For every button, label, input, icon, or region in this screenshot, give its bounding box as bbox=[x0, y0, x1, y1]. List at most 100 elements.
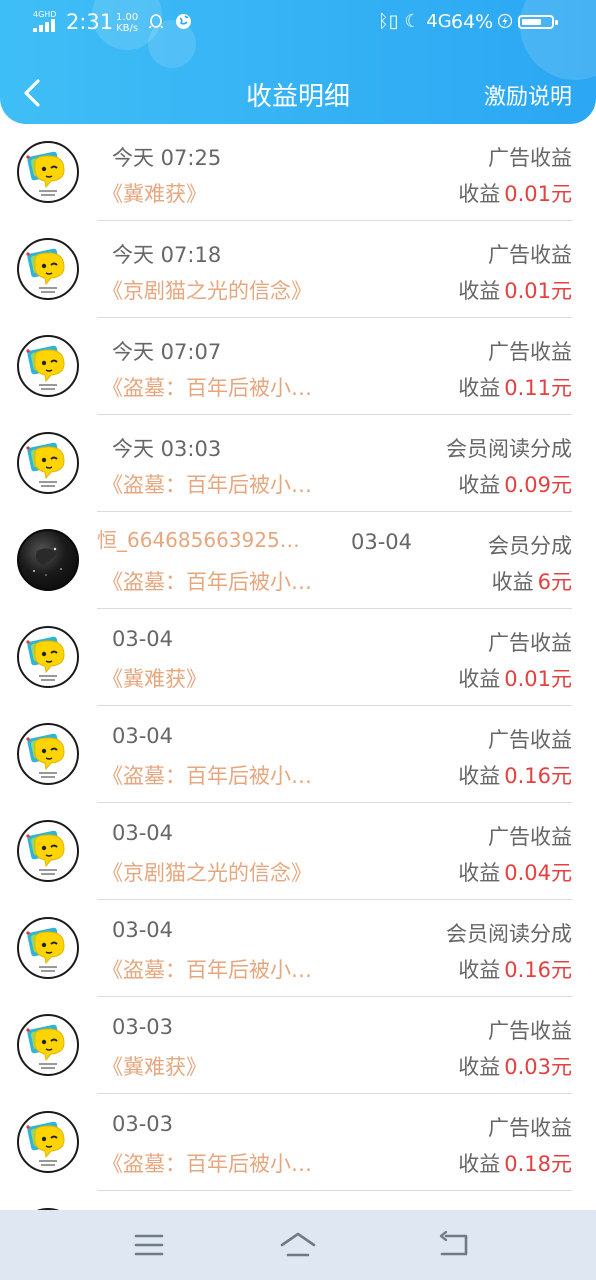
income-record-row[interactable]: 03-04 《盗墓：百年后被小… 广告收益 收益 0.16元 bbox=[0, 706, 596, 803]
book-title[interactable]: 《冀难获》 bbox=[102, 1051, 207, 1081]
amount-value: 0.03元 bbox=[504, 1055, 572, 1079]
book-title[interactable]: 《京剧猫之光的信念》 bbox=[102, 275, 312, 305]
income-label: 收益 bbox=[491, 570, 534, 594]
record-date: 今天 07:07 bbox=[112, 340, 222, 364]
income-type: 广告收益 bbox=[488, 728, 572, 752]
menu-icon[interactable] bbox=[131, 1228, 167, 1262]
back-arrow-icon[interactable] bbox=[436, 1228, 472, 1262]
income-label: 收益 bbox=[458, 861, 501, 885]
income-amount: 收益 0.09元 bbox=[458, 469, 572, 499]
income-type: 广告收益 bbox=[488, 1019, 572, 1043]
incentive-info-link[interactable]: 激励说明 bbox=[484, 79, 572, 111]
network-label: 4GHD bbox=[33, 10, 57, 19]
clock: 2:31 bbox=[66, 10, 114, 34]
app-avatar bbox=[17, 1014, 79, 1076]
record-date: 03-03 bbox=[112, 1112, 174, 1136]
battery-icon bbox=[518, 15, 558, 29]
income-amount: 收益 0.04元 bbox=[458, 857, 572, 887]
income-record-row[interactable]: 今天 03:03 《盗墓：百年后被小… 会员阅读分成收益 0.09元 bbox=[0, 415, 596, 512]
income-amount: 收益 0.11元 bbox=[458, 372, 572, 402]
income-record-row[interactable]: 03-04 《冀难获》 广告收益收益 0.01元 bbox=[0, 609, 596, 706]
app-avatar bbox=[17, 432, 79, 494]
record-date: 03-04 bbox=[112, 918, 174, 942]
income-type: 广告收益 bbox=[488, 825, 572, 849]
income-amount: 收益 0.01元 bbox=[458, 663, 572, 693]
amount-value: 0.11元 bbox=[504, 376, 572, 400]
app-avatar bbox=[17, 626, 79, 688]
book-title[interactable]: 《京剧猫之光的信念》 bbox=[102, 857, 312, 887]
income-record-row[interactable] bbox=[0, 1191, 596, 1210]
income-label: 收益 bbox=[458, 958, 501, 982]
charging-icon bbox=[498, 13, 512, 29]
globe-icon bbox=[176, 14, 191, 29]
book-title[interactable]: 《盗墓：百年后被小… bbox=[102, 760, 312, 790]
income-label: 收益 bbox=[458, 182, 501, 206]
book-title[interactable]: 《盗墓：百年后被小… bbox=[102, 1148, 312, 1178]
app-avatar bbox=[17, 917, 79, 979]
income-record-row[interactable]: 今天 07:18 《京剧猫之光的信念》 广告收益 收益 0.01元 bbox=[0, 221, 596, 318]
home-icon[interactable] bbox=[280, 1228, 316, 1262]
record-date: 03-04 bbox=[112, 821, 174, 845]
income-label: 收益 bbox=[458, 667, 501, 691]
income-record-row[interactable]: 今天 07:25 《冀难获》 广告收益 收益 0.01元 bbox=[0, 124, 596, 221]
battery-percent: 64% bbox=[451, 11, 494, 33]
book-title[interactable]: 《盗墓：百年后被小… bbox=[102, 372, 312, 402]
record-date: 今天 03:03 bbox=[112, 437, 222, 461]
income-type: 会员阅读分成 bbox=[446, 922, 572, 946]
user-avatar bbox=[17, 529, 79, 591]
amount-value: 0.04元 bbox=[504, 861, 572, 885]
income-record-list[interactable]: 今天 07:25 《冀难获》 广告收益 收益 0.01元 今天 07:18 《京剧猫之光的信… bbox=[0, 124, 596, 1210]
income-type: 广告收益 bbox=[488, 243, 572, 267]
header-bar: 4GHD 2:31 1.00 KB/s ᛒ▯ ☾ 4G 64% 收益明细 激励说… bbox=[0, 0, 596, 124]
book-title[interactable]: 《盗墓：百年后被小… bbox=[102, 469, 312, 499]
network-speed: 1.00 KB/s bbox=[116, 12, 138, 34]
user-name: 恒_664685663925… bbox=[97, 528, 300, 552]
income-record-row[interactable]: 今天 07:07 《盗墓：百年后被小… 广告收益收益 0.11元 bbox=[0, 318, 596, 415]
income-type: 会员分成 bbox=[488, 534, 572, 558]
record-date: 03-04 bbox=[112, 627, 174, 651]
income-record-row[interactable]: 03-04 《京剧猫之光的信念》 广告收益收益 0.04元 bbox=[0, 803, 596, 900]
income-label: 收益 bbox=[458, 376, 501, 400]
app-avatar bbox=[17, 723, 79, 785]
income-label: 收益 bbox=[458, 1055, 501, 1079]
status-bar: 4GHD 2:31 1.00 KB/s ᛒ▯ ☾ 4G 64% bbox=[0, 0, 596, 48]
book-title[interactable]: 《冀难获》 bbox=[102, 663, 207, 693]
income-label: 收益 bbox=[458, 279, 501, 303]
income-amount: 收益 6元 bbox=[492, 566, 572, 596]
income-record-row[interactable]: 03-03 《冀难获》 广告收益收益 0.03元 bbox=[0, 997, 596, 1094]
amount-value: 0.01元 bbox=[504, 182, 572, 206]
amount-value: 0.16元 bbox=[504, 958, 572, 982]
book-title[interactable]: 《盗墓：百年后被小… bbox=[102, 954, 312, 984]
income-record-row[interactable]: 恒_664685663925… 03-04 《盗墓：百年后被小… 会员分成收益 6元 bbox=[0, 512, 596, 609]
book-title[interactable]: 《冀难获》 bbox=[102, 178, 207, 208]
speed-value: 1.00 bbox=[116, 12, 139, 23]
app-avatar bbox=[17, 335, 79, 397]
income-amount: 收益 0.16元 bbox=[458, 760, 572, 790]
speed-unit: KB/s bbox=[116, 23, 139, 34]
app-avatar bbox=[17, 238, 79, 300]
income-label: 收益 bbox=[458, 764, 501, 788]
income-type: 会员阅读分成 bbox=[446, 437, 572, 461]
income-amount: 收益 0.16元 bbox=[458, 954, 572, 984]
qq-icon bbox=[148, 14, 164, 29]
income-record-row[interactable]: 03-04 《盗墓：百年后被小… 会员阅读分成收益 0.16元 bbox=[0, 900, 596, 997]
income-amount: 收益 0.01元 bbox=[458, 275, 572, 305]
record-date: 03-03 bbox=[112, 1015, 174, 1039]
income-label: 收益 bbox=[458, 473, 501, 497]
app-avatar bbox=[17, 1111, 79, 1173]
income-amount: 收益 0.18元 bbox=[458, 1148, 572, 1178]
amount-value: 0.09元 bbox=[504, 473, 572, 497]
amount-value: 0.18元 bbox=[504, 1152, 572, 1176]
app-avatar bbox=[17, 141, 79, 203]
amount-value: 0.01元 bbox=[504, 667, 572, 691]
amount-value: 0.16元 bbox=[504, 764, 572, 788]
income-amount: 收益 0.03元 bbox=[458, 1051, 572, 1081]
income-type: 广告收益 bbox=[488, 340, 572, 364]
record-date: 03-04 bbox=[351, 530, 413, 554]
record-date: 今天 07:25 bbox=[112, 146, 222, 170]
income-type: 广告收益 bbox=[488, 631, 572, 655]
signal-icon bbox=[33, 19, 59, 32]
income-record-row[interactable]: 03-03 《盗墓：百年后被小… 广告收益 收益 0.18元 bbox=[0, 1094, 596, 1191]
amount-value: 6元 bbox=[537, 570, 572, 594]
book-title[interactable]: 《盗墓：百年后被小… bbox=[102, 566, 312, 596]
